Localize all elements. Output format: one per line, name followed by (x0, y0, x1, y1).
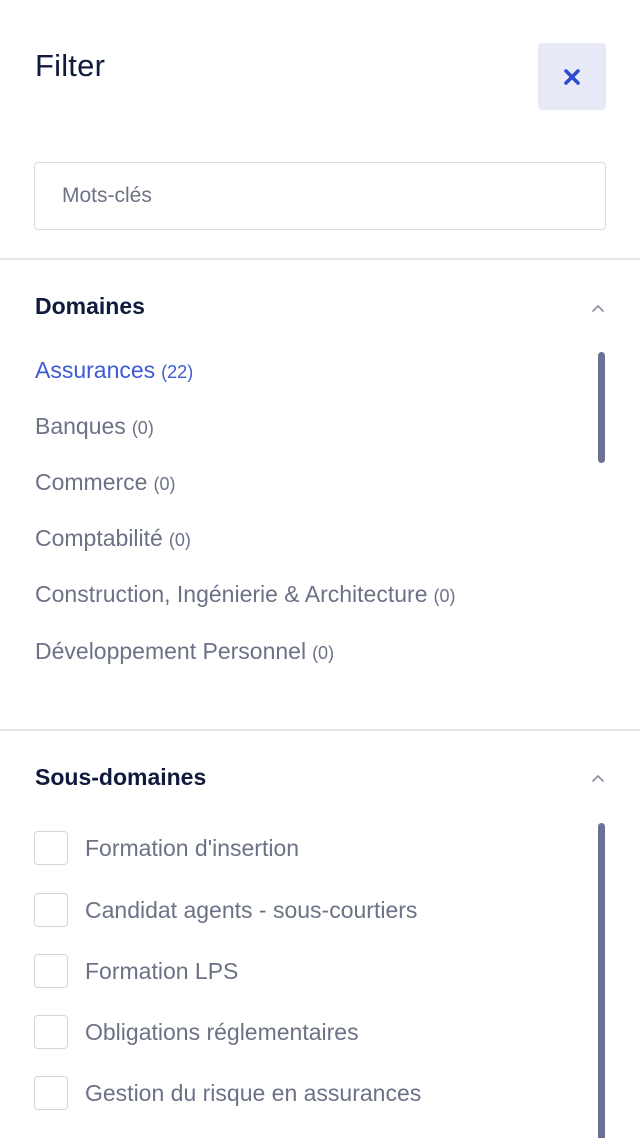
sub-domain-label: Gestion du risque en assurances (85, 1079, 422, 1106)
checkbox[interactable] (34, 893, 68, 927)
filter-header: Filter (0, 0, 640, 130)
checkbox[interactable] (34, 954, 68, 988)
chevron-up-icon[interactable] (589, 772, 607, 784)
domain-item-comptabilite[interactable]: Comptabilité (0) (35, 525, 191, 552)
domain-item-label: Commerce (35, 469, 148, 495)
divider (0, 729, 640, 731)
domain-item-label: Banques (35, 413, 126, 439)
divider (0, 258, 640, 260)
domain-item-count: (22) (161, 362, 194, 382)
sub-domain-item[interactable]: Formation d'insertion (34, 831, 299, 865)
sous-domaines-heading: Sous-domaines (35, 764, 207, 790)
sub-domain-label: Formation LPS (85, 957, 239, 984)
domain-item-count: (0) (433, 586, 456, 606)
sous-domaines-scrollbar[interactable] (598, 823, 605, 1138)
keywords-input[interactable] (35, 163, 605, 229)
checkbox[interactable] (34, 831, 68, 865)
sub-domain-label: Formation d'insertion (85, 834, 300, 861)
domain-item-assurances[interactable]: Assurances (22) (35, 357, 193, 384)
domain-item-count: (0) (312, 643, 335, 663)
chevron-up-icon[interactable] (589, 302, 607, 314)
close-button[interactable] (538, 43, 606, 110)
domain-item-label: Développement Personnel (35, 638, 307, 664)
domain-item-commerce[interactable]: Commerce (0) (35, 469, 175, 496)
checkbox[interactable] (34, 1015, 68, 1049)
sub-domain-label: Obligations réglementaires (85, 1018, 359, 1045)
domain-item-label: Comptabilité (35, 525, 163, 551)
checkbox[interactable] (34, 1076, 68, 1110)
sub-domain-item[interactable]: Candidat agents - sous-courtiers (34, 893, 417, 927)
sub-domain-item[interactable]: Formation LPS (34, 954, 238, 988)
sub-domain-item[interactable]: Obligations réglementaires (34, 1015, 359, 1049)
domaines-heading: Domaines (35, 293, 145, 319)
sub-domain-label: Candidat agents - sous-courtiers (85, 896, 418, 923)
domain-item-label: Assurances (35, 357, 156, 383)
domain-item-count: (0) (153, 474, 176, 494)
sub-domain-item[interactable]: Gestion du risque en assurances (34, 1076, 421, 1110)
close-icon (564, 68, 580, 85)
domain-item-label: Construction, Ingénierie & Architecture (35, 581, 428, 607)
domain-item-banques[interactable]: Banques (0) (35, 413, 154, 440)
domain-item-developpement-personnel[interactable]: Développement Personnel (0) (35, 638, 334, 665)
domain-item-count: (0) (168, 530, 191, 550)
domain-item-count: (0) (131, 418, 154, 438)
keywords-search-box (34, 162, 606, 230)
domaines-scrollbar[interactable] (598, 352, 605, 463)
domain-item-construction[interactable]: Construction, Ingénierie & Architecture(… (35, 581, 455, 608)
page-title: Filter (35, 48, 106, 83)
